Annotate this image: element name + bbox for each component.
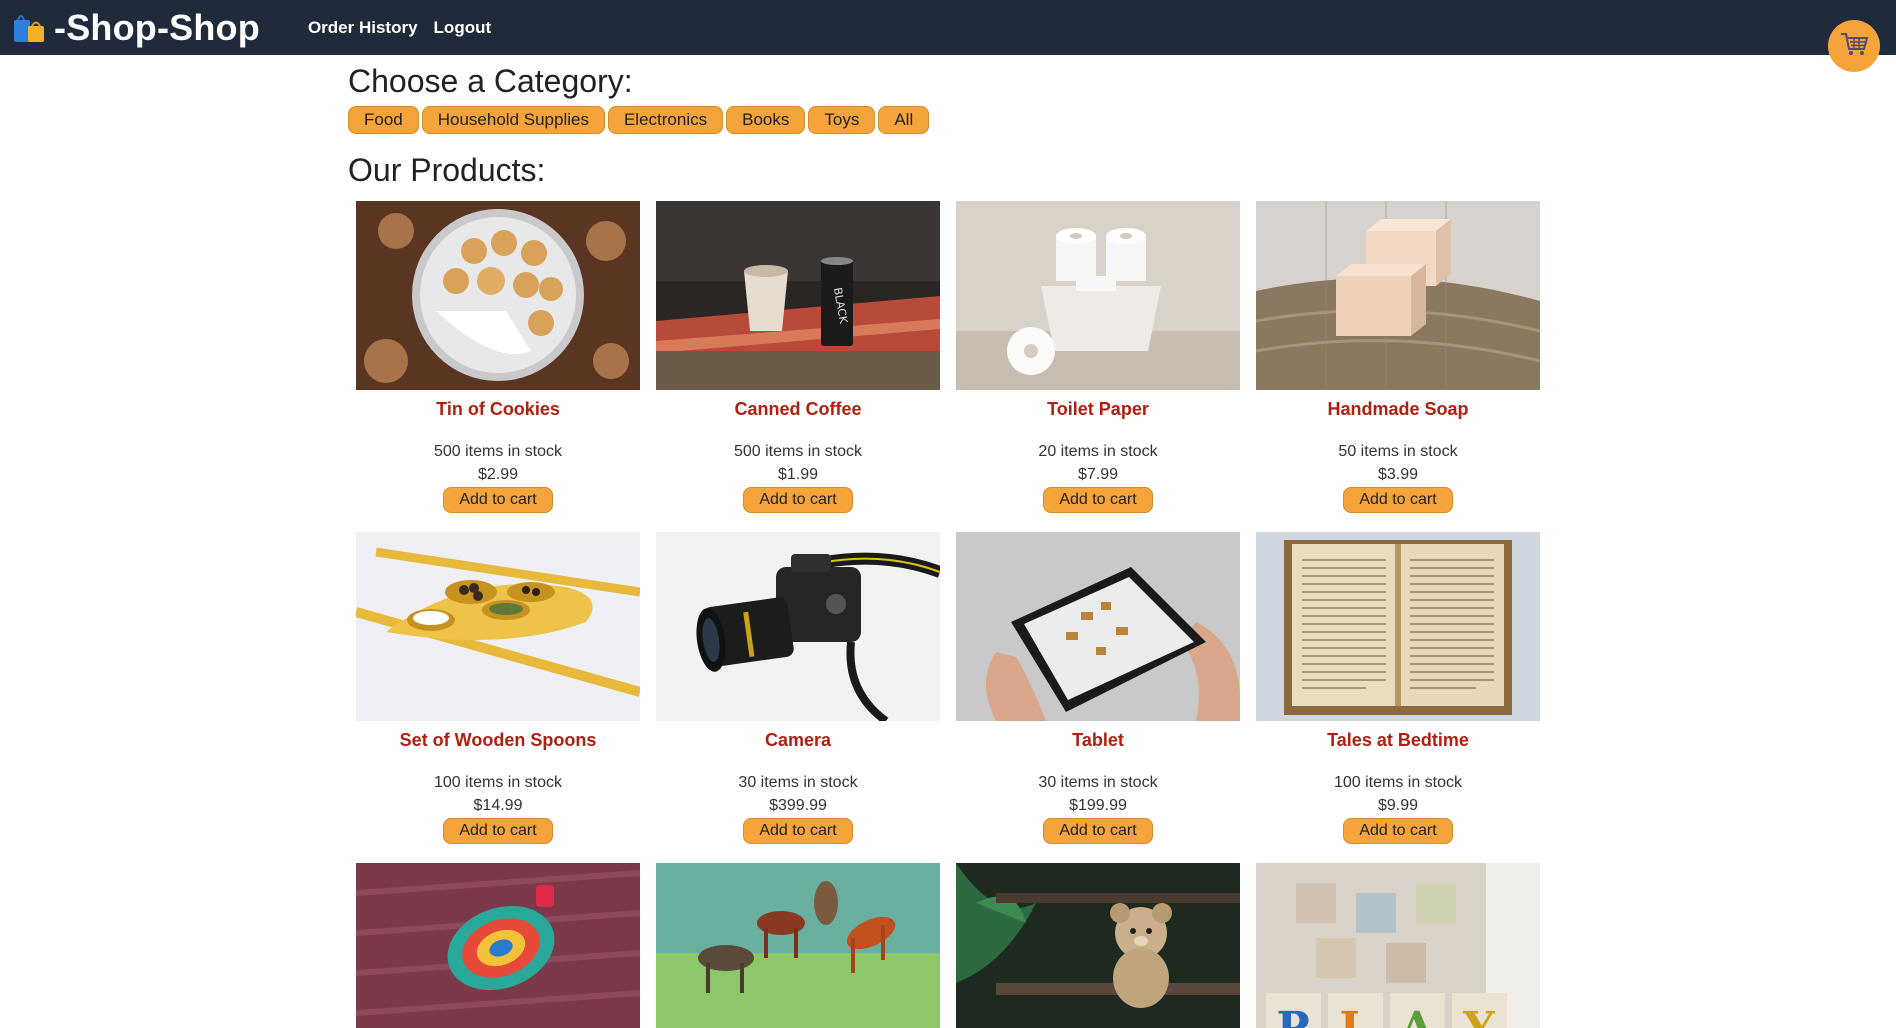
add-to-cart-button[interactable]: Add to cart — [1043, 818, 1153, 844]
add-to-cart-button[interactable]: Add to cart — [1343, 487, 1453, 513]
product-image-toy-horses[interactable] — [656, 863, 940, 1028]
product-name[interactable]: Canned Coffee — [656, 399, 940, 420]
main-content: Choose a Category: Food Household Suppli… — [348, 55, 1548, 1028]
product-name[interactable]: Toilet Paper — [956, 399, 1240, 420]
product-stock: 30 items in stock — [738, 774, 858, 791]
category-household-supplies-button[interactable]: Household Supplies — [421, 106, 605, 134]
product-name[interactable]: Camera — [656, 730, 940, 751]
product-name[interactable]: Tablet — [956, 730, 1240, 751]
product-card: Tin of Cookies 500 items in stock $2.99 … — [356, 201, 640, 513]
svg-text:Y: Y — [1462, 1003, 1495, 1028]
add-to-cart-button[interactable]: Add to cart — [743, 487, 853, 513]
product-price: $1.99 — [777, 466, 819, 483]
product-image-canned-coffee[interactable]: BLACK — [656, 201, 940, 390]
product-name[interactable]: Tales at Bedtime — [1256, 730, 1540, 751]
nav-logout-link[interactable]: Logout — [434, 18, 492, 38]
products-heading: Our Products: — [348, 152, 546, 188]
product-card: Camera 30 items in stock $399.99 Add to … — [656, 532, 940, 844]
product-image-tablet[interactable] — [956, 532, 1240, 721]
product-card — [356, 863, 640, 1028]
product-image-teddy-bear[interactable] — [956, 863, 1240, 1028]
category-all-button[interactable]: All — [878, 106, 930, 134]
main-nav: Order History Logout — [308, 18, 491, 38]
category-books-button[interactable]: Books — [726, 106, 806, 134]
product-image-spinning-top[interactable] — [356, 863, 640, 1028]
product-image-toilet-paper[interactable] — [956, 201, 1240, 390]
product-price: $9.99 — [1377, 797, 1419, 814]
product-card: Handmade Soap 50 items in stock $3.99 Ad… — [1256, 201, 1540, 513]
product-card: P L A Y — [1256, 863, 1540, 1028]
product-price: $14.99 — [473, 797, 523, 814]
brand-title: -Shop-Shop — [54, 6, 260, 48]
product-stock: 100 items in stock — [433, 774, 563, 791]
product-price: $2.99 — [477, 466, 519, 483]
product-card — [656, 863, 940, 1028]
product-card: Set of Wooden Spoons 100 items in stock … — [356, 532, 640, 844]
svg-text:A: A — [1399, 1003, 1435, 1028]
product-stock: 100 items in stock — [1333, 774, 1463, 791]
product-card: Tales at Bedtime 100 items in stock $9.9… — [1256, 532, 1540, 844]
category-food-button[interactable]: Food — [348, 106, 419, 134]
product-stock: 50 items in stock — [1338, 443, 1458, 460]
product-price: $399.99 — [769, 797, 827, 814]
add-to-cart-button[interactable]: Add to cart — [743, 818, 853, 844]
product-stock: 500 items in stock — [433, 443, 563, 460]
product-name[interactable]: Set of Wooden Spoons — [356, 730, 640, 751]
product-price: $7.99 — [1077, 466, 1119, 483]
add-to-cart-button[interactable]: Add to cart — [443, 818, 553, 844]
shopping-cart-icon — [1838, 28, 1870, 65]
svg-text:L: L — [1340, 1003, 1371, 1028]
add-to-cart-button[interactable]: Add to cart — [443, 487, 553, 513]
category-electronics-button[interactable]: Electronics — [607, 106, 724, 134]
brand[interactable]: -Shop-Shop — [12, 7, 260, 49]
top-navbar: -Shop-Shop Order History Logout — [0, 0, 1896, 55]
add-to-cart-button[interactable]: Add to cart — [1343, 818, 1453, 844]
product-image-tin-of-cookies[interactable] — [356, 201, 640, 390]
svg-text:P: P — [1276, 1003, 1309, 1028]
shopping-bags-icon — [12, 10, 48, 46]
product-card: Toilet Paper 20 items in stock $7.99 Add… — [956, 201, 1240, 513]
product-price: $3.99 — [1377, 466, 1419, 483]
add-to-cart-button[interactable]: Add to cart — [1043, 487, 1153, 513]
product-stock: 500 items in stock — [733, 443, 863, 460]
product-grid: Tin of Cookies 500 items in stock $2.99 … — [356, 201, 1556, 1028]
product-image-camera[interactable] — [656, 532, 940, 721]
product-stock: 30 items in stock — [1038, 774, 1158, 791]
product-stock: 20 items in stock — [1038, 443, 1158, 460]
nav-order-history-link[interactable]: Order History — [308, 18, 418, 38]
product-price: $199.99 — [1069, 797, 1127, 814]
product-image-tales-at-bedtime[interactable] — [1256, 532, 1540, 721]
product-card: Tablet 30 items in stock $199.99 Add to … — [956, 532, 1240, 844]
cart-button[interactable] — [1828, 20, 1880, 72]
product-image-play-blocks[interactable]: P L A Y — [1256, 863, 1540, 1028]
product-name[interactable]: Tin of Cookies — [356, 399, 640, 420]
category-toys-button[interactable]: Toys — [808, 106, 876, 134]
product-image-handmade-soap[interactable] — [1256, 201, 1540, 390]
product-card — [956, 863, 1240, 1028]
category-heading: Choose a Category: — [348, 63, 633, 99]
product-image-set-of-wooden-spoons[interactable] — [356, 532, 640, 721]
product-card: BLACK Canned Coffee 500 items in stock $… — [656, 201, 940, 513]
category-list: Food Household Supplies Electronics Book… — [348, 106, 1548, 134]
product-name[interactable]: Handmade Soap — [1256, 399, 1540, 420]
